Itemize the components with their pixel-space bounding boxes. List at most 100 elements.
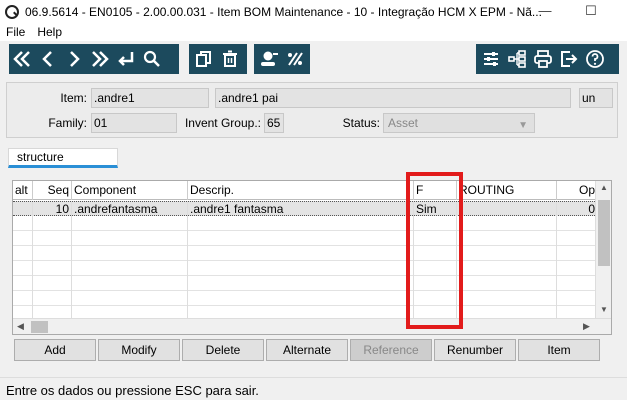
empty-cell (13, 216, 33, 231)
column-header-routing[interactable]: ROUTING (457, 181, 557, 200)
search-icon[interactable] (139, 46, 165, 72)
vertical-scrollbar[interactable]: ▲ ▼ (595, 181, 611, 319)
empty-cell (188, 291, 414, 306)
empty-cell (33, 291, 72, 306)
scroll-left-icon[interactable]: ◀ (17, 321, 24, 332)
reference-button[interactable]: Reference (350, 339, 432, 361)
cell-alt (13, 202, 33, 217)
empty-cell (557, 261, 597, 276)
delete-button[interactable]: Delete (182, 339, 264, 361)
status-bar: Entre os dados ou pressione ESC para sai… (0, 377, 627, 400)
empty-cell (33, 231, 72, 246)
menu-help[interactable]: Help (31, 25, 68, 39)
cell-op: 0 (588, 202, 595, 216)
chevron-down-icon: ▼ (518, 120, 528, 131)
empty-cell (414, 216, 457, 231)
first-icon[interactable] (9, 46, 35, 72)
help-icon[interactable] (582, 46, 608, 72)
renumber-button[interactable]: Renumber (434, 339, 516, 361)
empty-cell (188, 246, 414, 261)
print-icon[interactable] (530, 46, 556, 72)
maximize-button[interactable]: ☐ (571, 0, 611, 23)
empty-cell (414, 276, 457, 291)
next-icon[interactable] (61, 46, 87, 72)
column-header-alt[interactable]: alt (13, 181, 33, 200)
item-button[interactable]: Item (518, 339, 600, 361)
empty-table-row[interactable] (13, 261, 597, 276)
empty-cell (72, 246, 188, 261)
app-icon (5, 4, 19, 19)
cell-routing (457, 202, 557, 217)
add-button[interactable]: Add (14, 339, 96, 361)
user-settings-icon[interactable] (256, 46, 282, 72)
hierarchy-icon[interactable] (504, 46, 530, 72)
item-form-panel: Item: .andre1 .andre1 pai un Family: 01 … (6, 82, 618, 138)
empty-cell (557, 216, 597, 231)
table-row[interactable]: 10 .andrefantasma .andre1 fantasma Sim 0 (13, 201, 597, 217)
empty-cell (414, 261, 457, 276)
empty-cell (188, 261, 414, 276)
empty-cell (457, 216, 557, 231)
modify-button[interactable]: Modify (98, 339, 180, 361)
empty-table-row[interactable] (13, 246, 597, 261)
item-field[interactable]: .andre1 (91, 88, 209, 108)
window-title: 06.9.5614 - EN0105 - 2.00.00.031 - Item … (25, 4, 542, 19)
actions-toolbar (476, 44, 619, 74)
scroll-down-icon[interactable]: ▼ (596, 305, 611, 314)
empty-cell (557, 291, 597, 306)
scroll-up-icon[interactable]: ▲ (596, 183, 611, 192)
empty-cell (188, 216, 414, 231)
empty-cell (72, 231, 188, 246)
status-label: Status: (342, 116, 380, 130)
empty-cell (457, 291, 557, 306)
status-select-value: Asset (388, 116, 419, 130)
copy-icon[interactable] (191, 46, 217, 72)
unit-field[interactable]: un (579, 88, 613, 108)
cell-seq: 10 (33, 202, 72, 217)
empty-cell (13, 231, 33, 246)
tab-structure[interactable]: structure (8, 148, 118, 168)
invent-group-field[interactable]: 65 (264, 113, 284, 133)
horizontal-scroll-thumb[interactable] (31, 321, 48, 333)
empty-cell (188, 231, 414, 246)
empty-cell (414, 246, 457, 261)
sliders-icon[interactable] (478, 46, 504, 72)
empty-table-row[interactable] (13, 216, 597, 231)
empty-table-row[interactable] (13, 231, 597, 246)
item-description-field[interactable]: .andre1 pai (215, 88, 571, 108)
vertical-scroll-thumb[interactable] (598, 200, 610, 266)
column-header-descrip[interactable]: Descrip. (188, 181, 414, 200)
empty-cell (557, 231, 597, 246)
column-header-component[interactable]: Component (72, 181, 188, 200)
empty-cell (33, 246, 72, 261)
column-header-f[interactable]: F (414, 181, 457, 200)
goto-icon[interactable] (113, 46, 139, 72)
previous-icon[interactable] (35, 46, 61, 72)
edit-toolbar (189, 44, 247, 74)
empty-cell (457, 246, 557, 261)
structure-grid: alt Seq Component Descrip. F ROUTING Op … (12, 180, 612, 335)
delete-icon[interactable] (217, 46, 243, 72)
column-header-seq[interactable]: Seq (33, 181, 72, 200)
empty-cell (33, 261, 72, 276)
empty-cell (414, 231, 457, 246)
empty-table-row[interactable] (13, 276, 597, 291)
menu-file[interactable]: File (0, 25, 31, 39)
column-header-op[interactable]: Op (557, 181, 597, 200)
formula-icon[interactable] (282, 46, 308, 72)
empty-cell (557, 276, 597, 291)
status-select[interactable]: Asset ▼ (383, 113, 535, 133)
family-field[interactable]: 01 (91, 113, 177, 133)
minimize-button[interactable]: — (525, 0, 565, 23)
horizontal-scrollbar[interactable]: ◀ ▶ (13, 318, 611, 334)
empty-cell (13, 246, 33, 261)
last-icon[interactable] (87, 46, 113, 72)
alternate-button[interactable]: Alternate (266, 339, 348, 361)
empty-cell (72, 261, 188, 276)
empty-cell (13, 261, 33, 276)
empty-cell (457, 231, 557, 246)
navigation-toolbar (9, 44, 179, 74)
empty-table-row[interactable] (13, 291, 597, 306)
exit-icon[interactable] (556, 46, 582, 72)
scroll-right-icon[interactable]: ▶ (583, 321, 590, 332)
